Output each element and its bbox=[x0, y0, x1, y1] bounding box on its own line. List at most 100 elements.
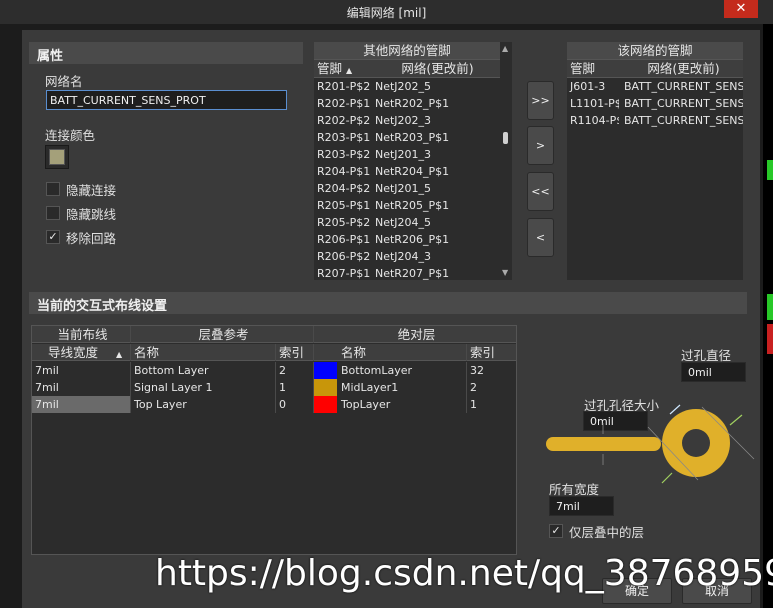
list-item[interactable]: L1101-P$1 BATT_CURRENT_SENS_P bbox=[567, 95, 743, 112]
trace-shape bbox=[546, 437, 661, 451]
net-cell: BATT_CURRENT_SENS_P bbox=[624, 114, 743, 127]
width-cell[interactable]: 7mil bbox=[32, 362, 131, 379]
dimension-arrow bbox=[661, 472, 673, 484]
col-net-header[interactable]: 网络(更改前) bbox=[370, 60, 500, 77]
group-stack: 层叠参考 bbox=[131, 326, 314, 343]
col-abs-name-header[interactable]: 名称 bbox=[314, 344, 467, 361]
abs-layer-name: MidLayer1 bbox=[341, 381, 399, 394]
via-diameter-input[interactable]: 0mil bbox=[681, 362, 746, 382]
col-width-header[interactable]: 导线宽度 ▲ bbox=[32, 344, 131, 361]
layer-color-swatch bbox=[314, 396, 337, 413]
checkbox-label: 隐藏跳线 bbox=[66, 206, 117, 222]
width-input[interactable]: 7mil bbox=[549, 496, 614, 516]
window-title: 编辑网络 [mil] bbox=[346, 6, 427, 20]
checkbox-box[interactable] bbox=[46, 182, 60, 196]
pin-cell: R1104-P$1 bbox=[570, 114, 619, 127]
list-item[interactable]: R206-P$2 NetJ204_3 bbox=[314, 248, 500, 265]
connection-color-button[interactable] bbox=[45, 145, 69, 169]
dimension-arrow bbox=[669, 404, 681, 415]
list-item[interactable]: R202-P$2 NetJ202_3 bbox=[314, 112, 500, 129]
edit-net-dialog: 属性 网络名 连接颜色 隐藏连接 隐藏跳线 ✓ 移除回路 其他网络的管脚 管脚 … bbox=[22, 30, 760, 608]
move-right-button[interactable]: > bbox=[527, 126, 554, 165]
table-row[interactable]: 7mil Signal Layer 1 1 MidLayer1 2 bbox=[32, 379, 516, 396]
layer-name-cell: Bottom Layer bbox=[131, 362, 276, 379]
list-item[interactable]: R204-P$2 NetJ201_5 bbox=[314, 180, 500, 197]
checkbox-label: 隐藏连接 bbox=[66, 182, 117, 198]
close-button[interactable]: ✕ bbox=[724, 0, 758, 18]
checkbox-box[interactable]: ✓ bbox=[549, 524, 563, 538]
col-net-header[interactable]: 网络(更改前) bbox=[619, 60, 743, 77]
pin-cell: R205-P$1 bbox=[317, 199, 370, 212]
net-cell: NetR207_P$1 bbox=[375, 267, 450, 280]
list-item[interactable]: R1104-P$1 BATT_CURRENT_SENS_P bbox=[567, 112, 743, 129]
checkbox-box[interactable]: ✓ bbox=[46, 230, 60, 244]
list-item[interactable]: R203-P$2 NetJ201_3 bbox=[314, 146, 500, 163]
checkbox-hide-jumpers[interactable]: 隐藏跳线 bbox=[46, 204, 116, 222]
pin-cell: R203-P$1 bbox=[317, 131, 370, 144]
color-fill bbox=[49, 149, 65, 165]
table-row[interactable]: 7mil Bottom Layer 2 BottomLayer 32 bbox=[32, 362, 516, 379]
table-row[interactable]: 7mil Top Layer 0 TopLayer 1 bbox=[32, 396, 516, 413]
pin-cell: R206-P$1 bbox=[317, 233, 370, 246]
width-cell[interactable]: 7mil bbox=[32, 396, 131, 413]
net-cell: NetR204_P$1 bbox=[375, 165, 450, 178]
checkbox-box[interactable] bbox=[46, 206, 60, 220]
move-all-right-button[interactable]: >> bbox=[527, 81, 554, 120]
checkbox-label: 仅层叠中的层 bbox=[569, 524, 645, 540]
other-pins-scrollbar[interactable]: ▲ ▼ bbox=[500, 42, 512, 280]
layer-name-cell: Top Layer bbox=[131, 396, 276, 413]
list-item[interactable]: R204-P$1 NetR204_P$1 bbox=[314, 163, 500, 180]
sort-asc-icon: ▲ bbox=[346, 66, 353, 75]
group-current: 当前布线 bbox=[32, 326, 131, 343]
list-item[interactable]: R207-P$1 NetR207_P$1 bbox=[314, 265, 500, 282]
move-all-left-button[interactable]: << bbox=[527, 172, 554, 211]
pin-cell: J601-3 bbox=[570, 80, 606, 93]
layer-index-cell: 2 bbox=[276, 362, 314, 379]
list-item[interactable]: R205-P$2 NetJ204_5 bbox=[314, 214, 500, 231]
net-cell: NetJ202_3 bbox=[375, 114, 432, 127]
scroll-down-icon[interactable]: ▼ bbox=[502, 268, 508, 277]
col-pin-header[interactable]: 管脚 bbox=[567, 60, 619, 77]
net-name-input[interactable] bbox=[46, 90, 287, 110]
via-diagram bbox=[546, 404, 755, 484]
net-cell: NetJ204_5 bbox=[375, 216, 432, 229]
list-item[interactable]: R202-P$1 NetR202_P$1 bbox=[314, 95, 500, 112]
checkbox-stack-only[interactable]: ✓ 仅层叠中的层 bbox=[549, 522, 644, 540]
list-item[interactable]: R201-P$2 NetJ202_5 bbox=[314, 78, 500, 95]
col-pin-label: 管脚 bbox=[317, 61, 343, 76]
abs-layer-name: BottomLayer bbox=[341, 364, 413, 377]
grid-column-header: 导线宽度 ▲ 名称 索引 名称 索引 bbox=[32, 344, 516, 361]
checkbox-label: 移除回路 bbox=[66, 230, 117, 246]
net-cell: NetJ201_5 bbox=[375, 182, 432, 195]
list-item[interactable]: R205-P$1 NetR205_P$1 bbox=[314, 197, 500, 214]
this-net-pins-list[interactable]: 该网络的管脚 管脚 网络(更改前) J601-3 BATT_CURRENT_SEN… bbox=[567, 42, 743, 280]
move-left-button[interactable]: < bbox=[527, 218, 554, 257]
scroll-up-icon[interactable]: ▲ bbox=[502, 44, 508, 53]
abs-layer-cell: BottomLayer bbox=[314, 362, 467, 379]
pin-cell: R206-P$2 bbox=[317, 250, 370, 263]
list-body: R201-P$2 NetJ202_5 R202-P$1 NetR202_P$1 R202… bbox=[314, 78, 500, 282]
list-item[interactable]: J601-3 BATT_CURRENT_SENS_P bbox=[567, 78, 743, 95]
checkbox-remove-loops[interactable]: ✓ 移除回路 bbox=[46, 228, 116, 246]
list-item[interactable]: R206-P$1 NetR206_P$1 bbox=[314, 231, 500, 248]
abs-layer-index-cell: 32 bbox=[470, 364, 484, 377]
net-cell: BATT_CURRENT_SENS_P bbox=[624, 97, 743, 110]
dimension-arrow bbox=[729, 414, 743, 426]
list-item[interactable]: R203-P$1 NetR203_P$1 bbox=[314, 129, 500, 146]
net-cell: NetJ204_3 bbox=[375, 250, 432, 263]
col-index-header[interactable]: 索引 bbox=[276, 344, 314, 361]
col-pin-header[interactable]: 管脚 ▲ bbox=[314, 60, 370, 77]
width-cell[interactable]: 7mil bbox=[32, 379, 131, 396]
net-cell: NetR206_P$1 bbox=[375, 233, 450, 246]
col-abs-index-header[interactable]: 索引 bbox=[467, 344, 516, 361]
scroll-thumb[interactable] bbox=[503, 132, 508, 144]
pin-cell: R201-P$2 bbox=[317, 80, 370, 93]
net-cell: NetJ201_3 bbox=[375, 148, 432, 161]
pin-cell: R203-P$2 bbox=[317, 148, 370, 161]
list-body: J601-3 BATT_CURRENT_SENS_P L1101-P$1 BATT_C… bbox=[567, 78, 743, 129]
checkbox-hide-connections[interactable]: 隐藏连接 bbox=[46, 180, 116, 198]
layer-index-cell: 1 bbox=[276, 379, 314, 396]
routing-grid[interactable]: 当前布线 层叠参考 绝对层 导线宽度 ▲ 名称 索引 名称 索引 7mil Bot… bbox=[31, 325, 517, 555]
col-name-header[interactable]: 名称 bbox=[131, 344, 276, 361]
other-net-pins-list[interactable]: 其他网络的管脚 管脚 ▲ 网络(更改前) R201-P$2 NetJ202_5 R2… bbox=[314, 42, 500, 280]
